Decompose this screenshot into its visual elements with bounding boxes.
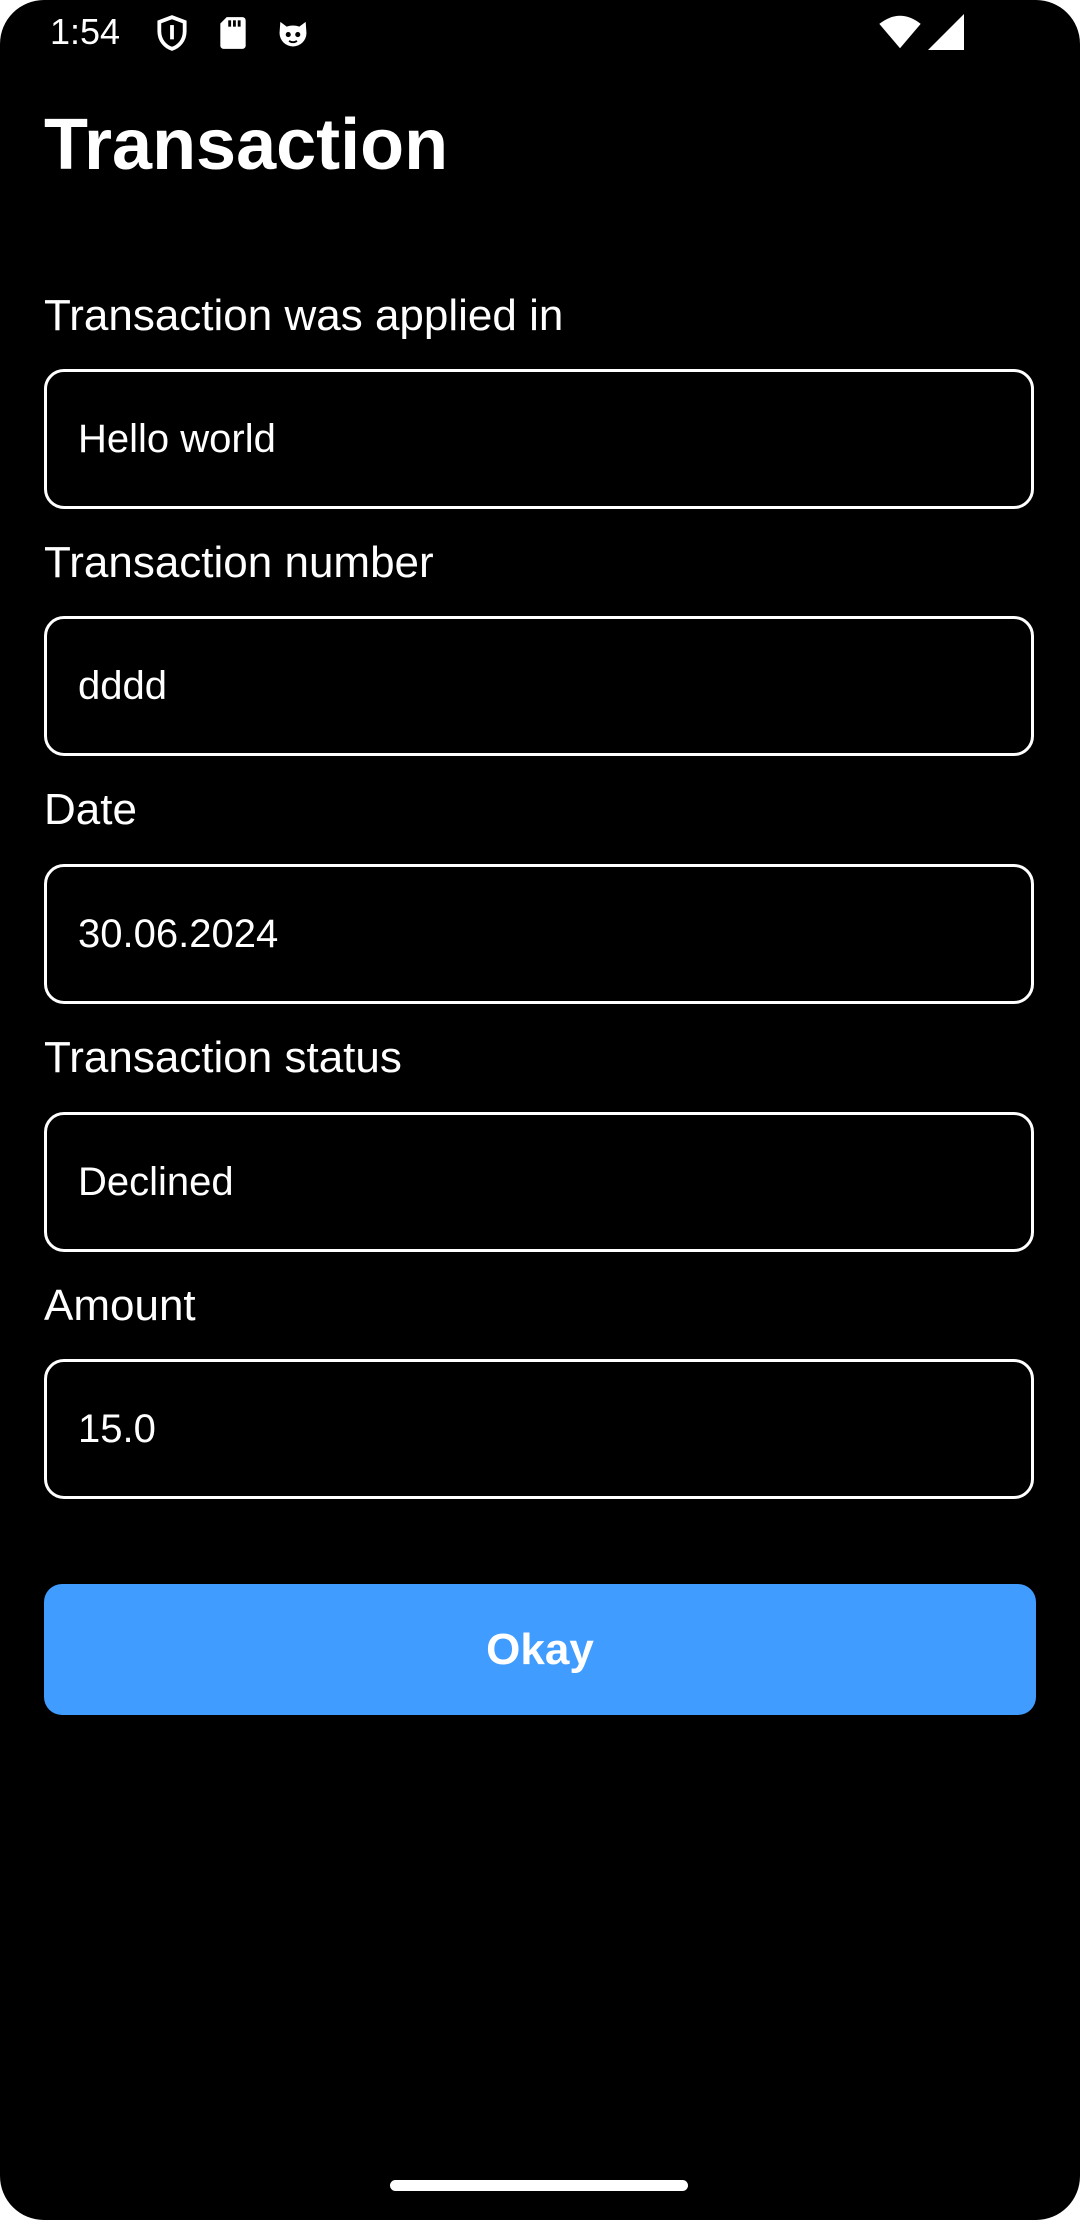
home-indicator[interactable] — [390, 2180, 688, 2191]
status-bar: 1:54 — [0, 0, 1080, 64]
shield-icon — [153, 14, 191, 52]
date-label: Date — [44, 785, 137, 834]
transaction-status-label: Transaction status — [44, 1033, 402, 1082]
cat-icon — [274, 14, 312, 52]
applied-in-label: Transaction was applied in — [44, 291, 564, 340]
okay-button[interactable]: Okay — [44, 1584, 1036, 1715]
cell-signal-icon — [928, 14, 964, 50]
applied-in-field[interactable] — [44, 369, 1034, 509]
transaction-status-field[interactable] — [44, 1112, 1034, 1252]
transaction-number-field[interactable] — [44, 616, 1034, 756]
status-time: 1:54 — [50, 11, 121, 52]
amount-field[interactable] — [44, 1359, 1034, 1499]
sd-card-icon — [214, 14, 252, 52]
page-title: Transaction — [44, 105, 449, 185]
amount-label: Amount — [44, 1281, 196, 1330]
date-field[interactable] — [44, 864, 1034, 1004]
wifi-icon — [878, 14, 922, 50]
transaction-number-label: Transaction number — [44, 538, 434, 587]
app-screen: 1:54 Transaction Transaction was applied… — [0, 0, 1080, 2220]
